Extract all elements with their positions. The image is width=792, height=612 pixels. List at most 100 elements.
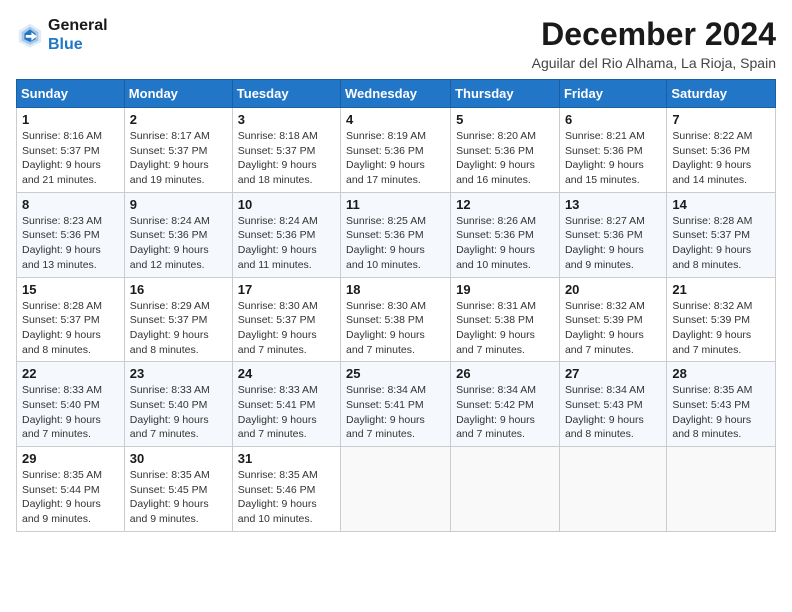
day-info: Sunrise: 8:24 AM Sunset: 5:36 PM Dayligh… bbox=[130, 214, 227, 273]
day-header-friday: Friday bbox=[559, 80, 666, 108]
day-info: Sunrise: 8:17 AM Sunset: 5:37 PM Dayligh… bbox=[130, 129, 227, 188]
day-info: Sunrise: 8:27 AM Sunset: 5:36 PM Dayligh… bbox=[565, 214, 661, 273]
day-header-sunday: Sunday bbox=[17, 80, 125, 108]
logo: General Blue bbox=[16, 16, 108, 54]
day-number: 21 bbox=[672, 282, 770, 297]
day-info: Sunrise: 8:28 AM Sunset: 5:37 PM Dayligh… bbox=[672, 214, 770, 273]
calendar-cell: 13 Sunrise: 8:27 AM Sunset: 5:36 PM Dayl… bbox=[559, 192, 666, 277]
day-number: 1 bbox=[22, 112, 119, 127]
day-number: 2 bbox=[130, 112, 227, 127]
day-number: 20 bbox=[565, 282, 661, 297]
day-number: 9 bbox=[130, 197, 227, 212]
calendar-cell: 9 Sunrise: 8:24 AM Sunset: 5:36 PM Dayli… bbox=[124, 192, 232, 277]
calendar-cell: 30 Sunrise: 8:35 AM Sunset: 5:45 PM Dayl… bbox=[124, 447, 232, 532]
day-header-thursday: Thursday bbox=[451, 80, 560, 108]
calendar-cell: 3 Sunrise: 8:18 AM Sunset: 5:37 PM Dayli… bbox=[232, 108, 340, 193]
calendar-cell: 8 Sunrise: 8:23 AM Sunset: 5:36 PM Dayli… bbox=[17, 192, 125, 277]
calendar-cell: 14 Sunrise: 8:28 AM Sunset: 5:37 PM Dayl… bbox=[667, 192, 776, 277]
location-subtitle: Aguilar del Rio Alhama, La Rioja, Spain bbox=[532, 55, 776, 71]
day-number: 14 bbox=[672, 197, 770, 212]
calendar-cell: 24 Sunrise: 8:33 AM Sunset: 5:41 PM Dayl… bbox=[232, 362, 340, 447]
calendar-cell: 19 Sunrise: 8:31 AM Sunset: 5:38 PM Dayl… bbox=[451, 277, 560, 362]
month-title: December 2024 bbox=[532, 16, 776, 53]
calendar-cell: 7 Sunrise: 8:22 AM Sunset: 5:36 PM Dayli… bbox=[667, 108, 776, 193]
calendar-cell bbox=[559, 447, 666, 532]
day-number: 19 bbox=[456, 282, 554, 297]
calendar-cell: 6 Sunrise: 8:21 AM Sunset: 5:36 PM Dayli… bbox=[559, 108, 666, 193]
day-header-wednesday: Wednesday bbox=[341, 80, 451, 108]
calendar-cell: 10 Sunrise: 8:24 AM Sunset: 5:36 PM Dayl… bbox=[232, 192, 340, 277]
day-info: Sunrise: 8:34 AM Sunset: 5:42 PM Dayligh… bbox=[456, 383, 554, 442]
day-info: Sunrise: 8:16 AM Sunset: 5:37 PM Dayligh… bbox=[22, 129, 119, 188]
day-info: Sunrise: 8:19 AM Sunset: 5:36 PM Dayligh… bbox=[346, 129, 445, 188]
day-number: 22 bbox=[22, 366, 119, 381]
day-info: Sunrise: 8:21 AM Sunset: 5:36 PM Dayligh… bbox=[565, 129, 661, 188]
day-info: Sunrise: 8:26 AM Sunset: 5:36 PM Dayligh… bbox=[456, 214, 554, 273]
day-number: 29 bbox=[22, 451, 119, 466]
calendar-cell: 5 Sunrise: 8:20 AM Sunset: 5:36 PM Dayli… bbox=[451, 108, 560, 193]
day-info: Sunrise: 8:25 AM Sunset: 5:36 PM Dayligh… bbox=[346, 214, 445, 273]
day-header-saturday: Saturday bbox=[667, 80, 776, 108]
day-number: 28 bbox=[672, 366, 770, 381]
calendar-cell: 28 Sunrise: 8:35 AM Sunset: 5:43 PM Dayl… bbox=[667, 362, 776, 447]
day-number: 12 bbox=[456, 197, 554, 212]
calendar-cell: 31 Sunrise: 8:35 AM Sunset: 5:46 PM Dayl… bbox=[232, 447, 340, 532]
day-info: Sunrise: 8:32 AM Sunset: 5:39 PM Dayligh… bbox=[672, 299, 770, 358]
day-header-tuesday: Tuesday bbox=[232, 80, 340, 108]
day-info: Sunrise: 8:35 AM Sunset: 5:44 PM Dayligh… bbox=[22, 468, 119, 527]
day-info: Sunrise: 8:28 AM Sunset: 5:37 PM Dayligh… bbox=[22, 299, 119, 358]
day-number: 23 bbox=[130, 366, 227, 381]
calendar-cell: 27 Sunrise: 8:34 AM Sunset: 5:43 PM Dayl… bbox=[559, 362, 666, 447]
calendar-cell: 17 Sunrise: 8:30 AM Sunset: 5:37 PM Dayl… bbox=[232, 277, 340, 362]
day-info: Sunrise: 8:24 AM Sunset: 5:36 PM Dayligh… bbox=[238, 214, 335, 273]
title-block: December 2024 Aguilar del Rio Alhama, La… bbox=[532, 16, 776, 71]
calendar-cell: 22 Sunrise: 8:33 AM Sunset: 5:40 PM Dayl… bbox=[17, 362, 125, 447]
calendar-cell: 11 Sunrise: 8:25 AM Sunset: 5:36 PM Dayl… bbox=[341, 192, 451, 277]
day-number: 24 bbox=[238, 366, 335, 381]
day-info: Sunrise: 8:33 AM Sunset: 5:40 PM Dayligh… bbox=[130, 383, 227, 442]
day-info: Sunrise: 8:31 AM Sunset: 5:38 PM Dayligh… bbox=[456, 299, 554, 358]
day-number: 25 bbox=[346, 366, 445, 381]
day-number: 11 bbox=[346, 197, 445, 212]
calendar-cell: 21 Sunrise: 8:32 AM Sunset: 5:39 PM Dayl… bbox=[667, 277, 776, 362]
calendar-cell: 2 Sunrise: 8:17 AM Sunset: 5:37 PM Dayli… bbox=[124, 108, 232, 193]
day-info: Sunrise: 8:30 AM Sunset: 5:38 PM Dayligh… bbox=[346, 299, 445, 358]
calendar-cell: 23 Sunrise: 8:33 AM Sunset: 5:40 PM Dayl… bbox=[124, 362, 232, 447]
day-info: Sunrise: 8:22 AM Sunset: 5:36 PM Dayligh… bbox=[672, 129, 770, 188]
calendar-cell: 26 Sunrise: 8:34 AM Sunset: 5:42 PM Dayl… bbox=[451, 362, 560, 447]
day-number: 17 bbox=[238, 282, 335, 297]
day-number: 31 bbox=[238, 451, 335, 466]
day-number: 4 bbox=[346, 112, 445, 127]
calendar-cell: 20 Sunrise: 8:32 AM Sunset: 5:39 PM Dayl… bbox=[559, 277, 666, 362]
calendar-cell bbox=[341, 447, 451, 532]
day-number: 18 bbox=[346, 282, 445, 297]
logo-icon bbox=[16, 21, 44, 49]
day-info: Sunrise: 8:18 AM Sunset: 5:37 PM Dayligh… bbox=[238, 129, 335, 188]
page-header: General Blue December 2024 Aguilar del R… bbox=[16, 16, 776, 71]
day-number: 3 bbox=[238, 112, 335, 127]
day-info: Sunrise: 8:30 AM Sunset: 5:37 PM Dayligh… bbox=[238, 299, 335, 358]
calendar-cell: 25 Sunrise: 8:34 AM Sunset: 5:41 PM Dayl… bbox=[341, 362, 451, 447]
day-number: 8 bbox=[22, 197, 119, 212]
day-header-monday: Monday bbox=[124, 80, 232, 108]
day-info: Sunrise: 8:35 AM Sunset: 5:45 PM Dayligh… bbox=[130, 468, 227, 527]
day-info: Sunrise: 8:29 AM Sunset: 5:37 PM Dayligh… bbox=[130, 299, 227, 358]
day-info: Sunrise: 8:35 AM Sunset: 5:43 PM Dayligh… bbox=[672, 383, 770, 442]
calendar-cell: 18 Sunrise: 8:30 AM Sunset: 5:38 PM Dayl… bbox=[341, 277, 451, 362]
day-number: 7 bbox=[672, 112, 770, 127]
calendar-cell bbox=[451, 447, 560, 532]
calendar-cell: 12 Sunrise: 8:26 AM Sunset: 5:36 PM Dayl… bbox=[451, 192, 560, 277]
day-number: 10 bbox=[238, 197, 335, 212]
calendar-cell: 15 Sunrise: 8:28 AM Sunset: 5:37 PM Dayl… bbox=[17, 277, 125, 362]
calendar-cell: 29 Sunrise: 8:35 AM Sunset: 5:44 PM Dayl… bbox=[17, 447, 125, 532]
logo-line1: General bbox=[48, 16, 108, 35]
day-info: Sunrise: 8:34 AM Sunset: 5:43 PM Dayligh… bbox=[565, 383, 661, 442]
day-number: 6 bbox=[565, 112, 661, 127]
calendar-cell bbox=[667, 447, 776, 532]
day-info: Sunrise: 8:33 AM Sunset: 5:41 PM Dayligh… bbox=[238, 383, 335, 442]
day-info: Sunrise: 8:20 AM Sunset: 5:36 PM Dayligh… bbox=[456, 129, 554, 188]
calendar-table: SundayMondayTuesdayWednesdayThursdayFrid… bbox=[16, 79, 776, 532]
calendar-cell: 16 Sunrise: 8:29 AM Sunset: 5:37 PM Dayl… bbox=[124, 277, 232, 362]
day-number: 26 bbox=[456, 366, 554, 381]
day-info: Sunrise: 8:32 AM Sunset: 5:39 PM Dayligh… bbox=[565, 299, 661, 358]
